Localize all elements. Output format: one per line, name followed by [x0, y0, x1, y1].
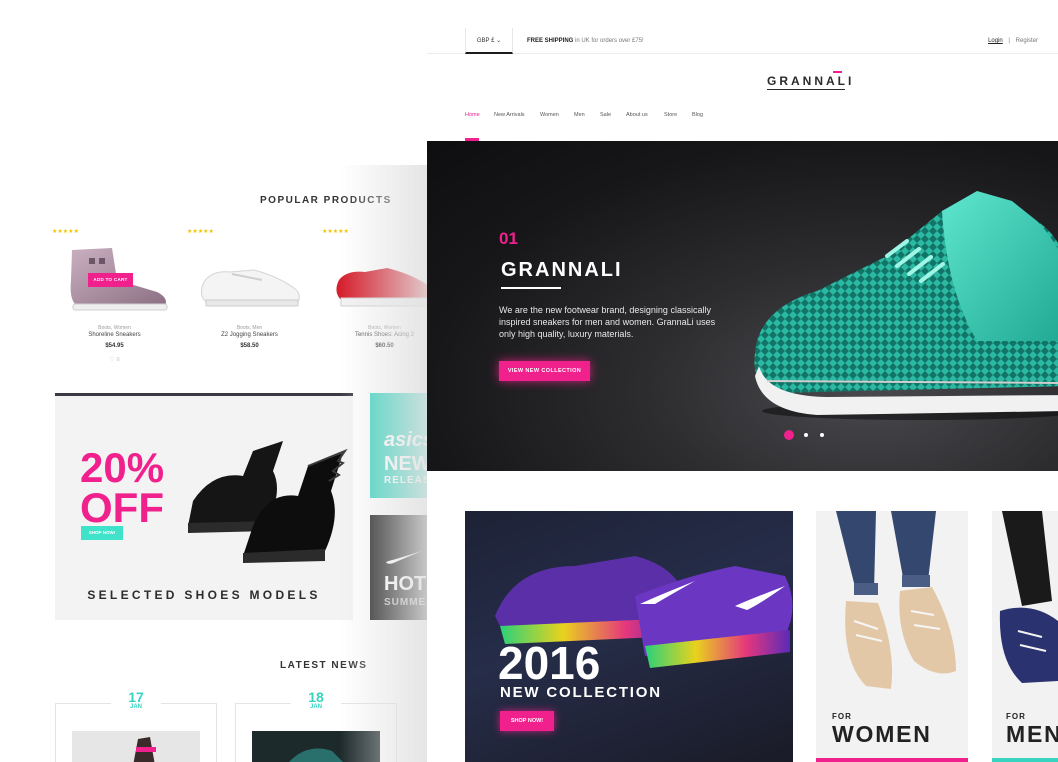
product-price: $54.95 [105, 343, 124, 349]
promo-shop-button[interactable]: SHOP NOW! [81, 526, 123, 540]
logo-accent [833, 71, 842, 73]
hero-sneaker-image [754, 191, 1058, 420]
product-category: Boots, Men [236, 325, 263, 331]
nav-store[interactable]: Store [664, 112, 677, 118]
product-card[interactable]: ★★★★★ ADD TO CART Boots, Women Shoreline… [52, 228, 177, 368]
nav-blog[interactable]: Blog [692, 112, 703, 118]
news-date: 18 JAN [291, 690, 341, 710]
news-image[interactable] [252, 731, 380, 762]
nav-sale[interactable]: Sale [600, 112, 611, 118]
promo-off: OFF [80, 484, 164, 531]
men-shoes-image [999, 511, 1058, 683]
hero-title: GRANNALI [501, 259, 623, 281]
nav-home[interactable]: Home [465, 112, 480, 118]
tile-subline: RELEAS [384, 475, 431, 486]
news-day: 18 [308, 689, 324, 705]
product-image[interactable] [192, 240, 307, 315]
site-logo[interactable]: GRANNALI [767, 74, 854, 88]
promo-discount: 20% OFF [80, 444, 165, 531]
women-shoes-image [836, 511, 956, 689]
popular-products-title: POPULAR PRODUCTS [260, 195, 392, 206]
latest-news-title: LATEST NEWS [280, 660, 368, 671]
slider-dot[interactable] [820, 433, 824, 437]
register-link[interactable]: Register [1016, 38, 1038, 44]
account-links: Login | Register [988, 28, 1038, 54]
product-price: $58.50 [240, 343, 259, 349]
collection-shop-button[interactable]: SHOP NOW! [500, 711, 554, 731]
nav-men[interactable]: Men [574, 112, 585, 118]
hero-slider[interactable]: 01 GRANNALI We are the new footwear bran… [427, 141, 1058, 471]
category-women-tile[interactable]: FOR WOMEN [816, 511, 968, 762]
news-date: 17 JAN [111, 690, 161, 710]
shipping-detail: in UK for orders over £75! [573, 38, 644, 44]
promo-banner[interactable]: 20% OFF SHOP NOW! SELECTED SHOES MODELS [55, 393, 353, 620]
hero-title-underline [501, 287, 561, 289]
category-for-label: FOR [832, 712, 852, 721]
wishlist-compare-icons[interactable]: ♡ ≡ [52, 356, 177, 363]
view-collection-button[interactable]: VIEW NEW COLLECTION [499, 361, 590, 381]
shipping-highlight: FREE SHIPPING [527, 38, 574, 44]
back-page-preview: POPULAR PRODUCTS ★★★★★ ADD TO CART Boots… [0, 165, 480, 762]
tile-subline: SUMME [384, 597, 427, 608]
product-name[interactable]: Shoreline Sneakers [52, 332, 177, 338]
account-separator: | [1008, 38, 1010, 44]
logo-underline [767, 89, 845, 90]
rating-stars: ★★★★★ [322, 229, 349, 235]
tile-headline: NEW [384, 453, 431, 475]
category-women-label: WOMEN [832, 721, 932, 747]
nike-swoosh-icon [386, 551, 422, 564]
product-image[interactable] [327, 240, 442, 315]
category-accent-bar [992, 758, 1058, 762]
add-to-cart-button[interactable]: ADD TO CART [88, 273, 133, 287]
promo-percent: 20% [80, 444, 165, 491]
promo-subtitle: SELECTED SHOES MODELS [87, 588, 321, 602]
top-bar: GBP £ ⌄ FREE SHIPPING in UK for orders o… [427, 28, 1058, 54]
nav-about-us[interactable]: About us [626, 112, 648, 118]
product-name[interactable]: Z2 Jogging Sneakers [187, 332, 312, 338]
slider-dot[interactable] [804, 433, 808, 437]
category-accent-bar [816, 758, 968, 762]
category-men-tile[interactable]: FOR MEN [992, 511, 1058, 762]
news-month: JAN [309, 704, 322, 710]
rating-stars: ★★★★★ [187, 229, 214, 235]
category-for-label: FOR [1006, 712, 1026, 721]
login-link[interactable]: Login [988, 38, 1003, 44]
category-men-label: MEN [1006, 721, 1058, 747]
winged-shoes-image [188, 441, 348, 563]
front-page-preview: GBP £ ⌄ FREE SHIPPING in UK for orders o… [427, 0, 1058, 762]
news-card[interactable]: 18 JAN [235, 690, 397, 762]
news-card[interactable]: 17 JAN [55, 690, 217, 762]
currency-selector[interactable]: GBP £ ⌄ [465, 28, 513, 54]
rating-stars: ★★★★★ [52, 229, 79, 235]
tile-headline: HOT [384, 573, 427, 595]
hero-description: We are the new footwear brand, designing… [499, 305, 716, 339]
nav-new-arrivals[interactable]: New Arrivals [494, 112, 525, 118]
news-day: 17 [128, 689, 144, 705]
news-month: JAN [129, 704, 142, 710]
product-category: Boots, Women [98, 325, 131, 331]
slider-dot-active[interactable] [784, 430, 794, 440]
collection-subtitle: NEW COLLECTION [500, 684, 662, 701]
collection-year: 2016 [498, 637, 601, 689]
news-image[interactable] [72, 731, 200, 762]
slide-number: 01 [499, 229, 518, 248]
product-card[interactable]: ★★★★★ Boots, Men Z2 Jogging Sneakers $58… [187, 228, 312, 368]
shipping-notice: FREE SHIPPING in UK for orders over £75! [527, 28, 644, 54]
nav-women[interactable]: Women [540, 112, 559, 118]
new-collection-banner[interactable]: 2016 NEW COLLECTION SHOP NOW! [465, 511, 793, 762]
